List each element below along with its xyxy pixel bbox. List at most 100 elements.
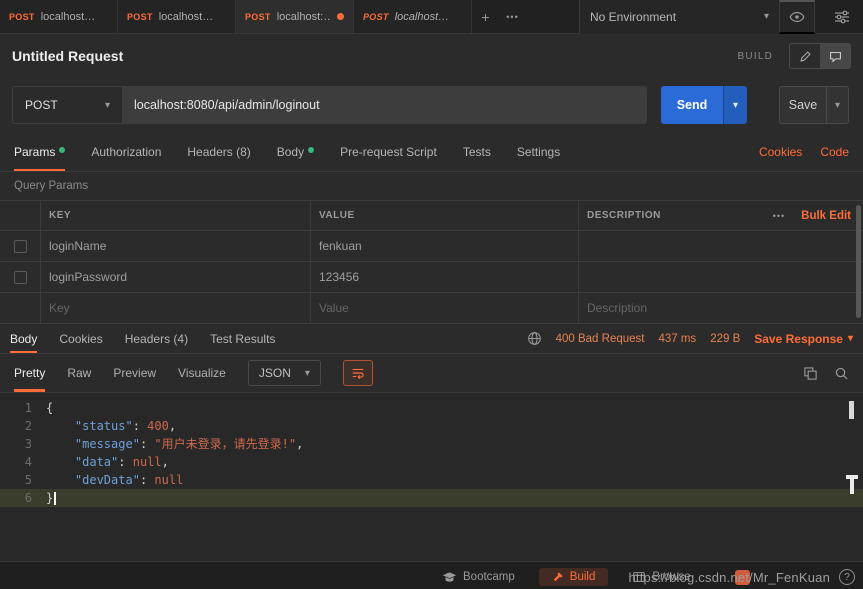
- request-header: Untitled Request BUILD: [0, 34, 863, 78]
- edit-comment-segmented-control: [789, 43, 851, 69]
- view-tab-raw[interactable]: Raw: [67, 354, 91, 392]
- column-header-value: VALUE: [310, 201, 578, 230]
- tab-label: localhost…: [41, 11, 95, 23]
- new-tab-button[interactable]: +: [472, 0, 499, 33]
- tab-headers[interactable]: Headers (8): [187, 132, 250, 171]
- search-response-button[interactable]: [834, 366, 849, 381]
- response-tab-body[interactable]: Body: [10, 324, 37, 353]
- save-response-label: Save Response: [754, 332, 843, 346]
- scrollbar-marker: [849, 401, 854, 419]
- request-tab-4-preview[interactable]: POST localhost…: [354, 0, 472, 33]
- tab-overflow-button[interactable]: •••: [499, 0, 526, 33]
- status-bar: Bootcamp Build Browse ? h: [0, 561, 863, 589]
- text-cursor: [54, 492, 56, 505]
- request-tab-3-active[interactable]: POST localhost:…: [236, 0, 354, 33]
- wrap-lines-toggle[interactable]: [343, 360, 373, 386]
- row-checkbox[interactable]: [14, 240, 27, 253]
- tab-body-label: Body: [277, 145, 304, 159]
- request-links: Cookies Code: [759, 145, 849, 159]
- param-value-input[interactable]: fenkuan: [310, 231, 578, 261]
- format-selector[interactable]: JSON ▾: [248, 360, 321, 386]
- tab-label: localhost:…: [277, 11, 331, 23]
- param-key-placeholder[interactable]: Key: [40, 293, 310, 323]
- send-options-button[interactable]: ▾: [723, 86, 747, 124]
- code-link[interactable]: Code: [820, 145, 849, 159]
- row-checkbox[interactable]: [14, 271, 27, 284]
- line-number: 2: [0, 417, 46, 435]
- bootcamp-button[interactable]: Bootcamp: [442, 570, 515, 585]
- params-scrollbar[interactable]: [856, 205, 861, 318]
- request-tab-1[interactable]: POST localhost…: [0, 0, 118, 33]
- code-line-3: 3 "message": "用户未登录，请先登录!",: [0, 435, 863, 453]
- view-tab-pretty[interactable]: Pretty: [14, 354, 45, 392]
- send-split-button: Send ▾: [661, 86, 747, 124]
- line-number: 4: [0, 453, 46, 471]
- chevron-down-icon: ▾: [848, 333, 853, 344]
- cookies-link[interactable]: Cookies: [759, 145, 802, 159]
- environment-selected-value: No Environment: [590, 10, 676, 24]
- tab-method-badge: POST: [363, 12, 389, 22]
- tab-settings[interactable]: Settings: [517, 132, 560, 171]
- chevron-down-icon: ▾: [764, 11, 769, 22]
- url-input[interactable]: localhost:8080/api/admin/loginout: [122, 86, 647, 124]
- help-icon[interactable]: ?: [839, 569, 855, 585]
- request-tab-2[interactable]: POST localhost…: [118, 0, 236, 33]
- tab-authorization-label: Authorization: [91, 145, 161, 159]
- tab-params[interactable]: Params: [14, 132, 65, 171]
- settings-sliders-button[interactable]: [827, 0, 857, 34]
- green-dot-icon: [59, 147, 65, 153]
- param-row-1: loginName fenkuan: [0, 231, 863, 262]
- response-tab-test-results[interactable]: Test Results: [210, 324, 275, 353]
- params-header-actions: ••• Bulk Edit: [731, 201, 863, 230]
- tab-body[interactable]: Body: [277, 132, 314, 171]
- view-tab-preview[interactable]: Preview: [113, 354, 156, 392]
- view-tab-visualize[interactable]: Visualize: [178, 354, 226, 392]
- param-row-empty: Key Value Description: [0, 293, 863, 324]
- edit-request-button[interactable]: [790, 44, 820, 68]
- method-value: POST: [25, 98, 58, 112]
- response-view-actions: [803, 354, 849, 392]
- response-tab-headers[interactable]: Headers (4): [125, 324, 188, 353]
- param-key-input[interactable]: loginName: [40, 231, 310, 261]
- response-time-badge: 437 ms: [658, 333, 696, 345]
- param-value-placeholder[interactable]: Value: [310, 293, 578, 323]
- save-split-button: Save ▾: [779, 86, 849, 124]
- param-description-input[interactable]: [578, 262, 863, 292]
- tab-tests-label: Tests: [463, 145, 491, 159]
- build-mode-button[interactable]: Build: [539, 568, 609, 586]
- save-options-button[interactable]: ▾: [826, 87, 848, 123]
- save-button[interactable]: Save: [780, 87, 826, 123]
- environment-group: No Environment ▾: [579, 0, 863, 33]
- save-response-button[interactable]: Save Response ▾: [754, 332, 853, 346]
- method-selector[interactable]: POST ▾: [12, 86, 122, 124]
- tab-pre-request-script[interactable]: Pre-request Script: [340, 132, 437, 171]
- response-body-editor[interactable]: 1 { 2 "status": 400, 3 "message": "用户未登录…: [0, 393, 863, 561]
- request-tabs: Params Authorization Headers (8) Body Pr…: [0, 132, 863, 172]
- format-value: JSON: [259, 366, 291, 380]
- environment-quick-look-button[interactable]: [779, 0, 815, 34]
- search-icon: [834, 366, 849, 381]
- tab-tests[interactable]: Tests: [463, 132, 491, 171]
- hammer-icon: [552, 571, 564, 583]
- mode-label: BUILD: [738, 51, 773, 62]
- eye-icon: [789, 9, 805, 25]
- tab-strip: POST localhost… POST localhost… POST loc…: [0, 0, 863, 34]
- response-meta: 400 Bad Request 437 ms 229 B Save Respon…: [527, 324, 853, 353]
- tab-authorization[interactable]: Authorization: [91, 132, 161, 171]
- environment-selector[interactable]: No Environment ▾: [579, 0, 779, 34]
- network-globe-icon[interactable]: [527, 331, 542, 346]
- param-description-input[interactable]: [578, 231, 863, 261]
- bulk-edit-link[interactable]: Bulk Edit: [801, 210, 851, 222]
- code-line-4: 4 "data": null,: [0, 453, 863, 471]
- params-more-button[interactable]: •••: [773, 211, 785, 221]
- params-table: KEY VALUE DESCRIPTION ••• Bulk Edit logi…: [0, 200, 863, 324]
- row-checkbox-cell: [0, 231, 40, 261]
- copy-response-button[interactable]: [803, 366, 818, 381]
- param-value-input[interactable]: 123456: [310, 262, 578, 292]
- param-key-input[interactable]: loginPassword: [40, 262, 310, 292]
- param-description-placeholder[interactable]: Description: [578, 293, 863, 323]
- graduation-cap-icon: [442, 570, 457, 585]
- comments-button[interactable]: [820, 44, 850, 68]
- send-button[interactable]: Send: [661, 86, 723, 124]
- response-tab-cookies[interactable]: Cookies: [59, 324, 102, 353]
